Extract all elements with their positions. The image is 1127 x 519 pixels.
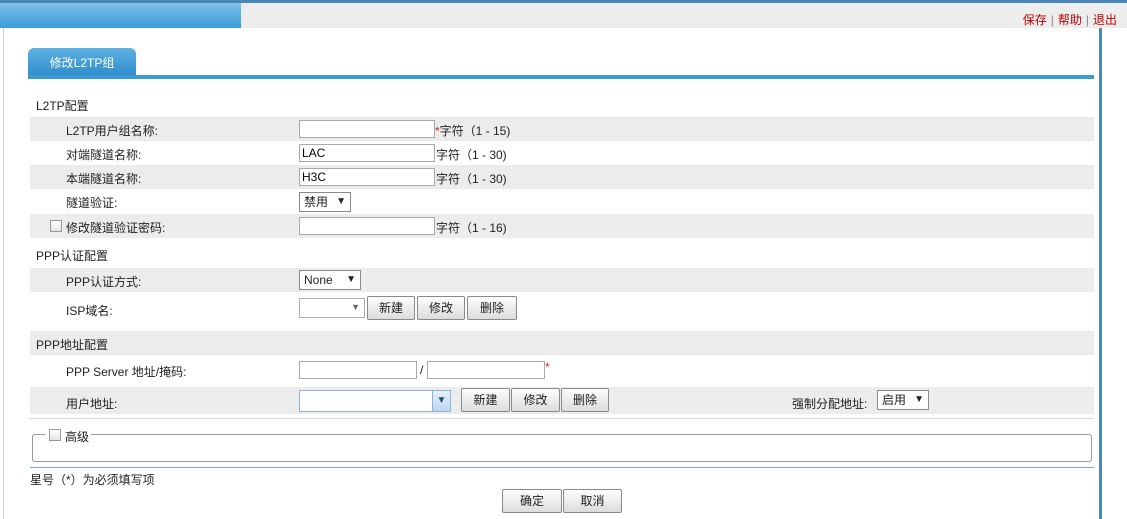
cancel-button[interactable]: 取消	[563, 489, 622, 513]
row-section-ppp-addr: PPP地址配置	[30, 331, 1094, 355]
advanced-checkbox[interactable]	[49, 429, 61, 441]
top-bar: 保存 | 帮助 | 退出	[0, 0, 1127, 28]
save-link[interactable]: 保存	[1023, 13, 1047, 27]
divider	[30, 418, 1094, 419]
top-links: 保存 | 帮助 | 退出	[1022, 13, 1117, 27]
user-addr-modify-button[interactable]: 修改	[511, 388, 560, 412]
tunnel-password-hint: 字符（1 - 16)	[436, 221, 507, 235]
help-link[interactable]: 帮助	[1058, 13, 1082, 27]
row-ppp-auth-mode: PPP认证方式: None ▼	[30, 268, 1094, 292]
isp-domain-select[interactable]: ▼	[299, 298, 365, 318]
user-addr-delete-button[interactable]: 删除	[561, 388, 609, 412]
isp-delete-button[interactable]: 删除	[467, 296, 517, 320]
peer-tunnel-input[interactable]	[299, 144, 435, 162]
row-ppp-server: PPP Server 地址/掩码: / *	[30, 358, 1094, 382]
footer-divider	[30, 467, 1094, 468]
logo-area	[0, 3, 241, 28]
tab-modify-l2tp-group[interactable]: 修改L2TP组	[28, 48, 136, 76]
ppp-server-address-input[interactable]	[299, 361, 417, 379]
section-title-ppp-auth: PPP认证配置	[36, 249, 109, 263]
row-isp-domain: ISP域名: ▼ 新建 修改 删除	[30, 294, 1094, 320]
row-group-name: L2TP用户组名称: *字符（1 - 15)	[30, 117, 1094, 141]
isp-domain-label: ISP域名:	[66, 304, 113, 318]
peer-tunnel-hint: 字符（1 - 30)	[436, 148, 507, 162]
ppp-server-mask-input[interactable]	[427, 361, 545, 379]
chevron-down-icon: ▼	[351, 302, 360, 312]
row-local-tunnel: 本端隧道名称: 字符（1 - 30)	[30, 165, 1094, 189]
ppp-auth-mode-select[interactable]: None ▼	[299, 270, 361, 290]
tunnel-password-input[interactable]	[299, 217, 435, 235]
ok-button[interactable]: 确定	[502, 489, 562, 513]
tunnel-auth-label: 隧道验证:	[66, 196, 118, 210]
ppp-server-label: PPP Server 地址/掩码:	[66, 365, 187, 379]
tab-underline	[28, 75, 1094, 79]
chevron-down-icon: ▼	[346, 274, 356, 285]
required-footnote: 星号（*）为必须填写项	[30, 473, 155, 487]
row-peer-tunnel: 对端隧道名称: 字符（1 - 30)	[30, 141, 1094, 165]
user-addr-new-button[interactable]: 新建	[461, 388, 510, 412]
chevron-down-icon: ▼	[336, 196, 346, 207]
section-title-l2tp: L2TP配置	[36, 99, 89, 113]
tunnel-password-label: 修改隧道验证密码:	[66, 221, 166, 235]
local-tunnel-hint: 字符（1 - 30)	[436, 172, 507, 186]
required-mark: *	[545, 360, 550, 374]
logout-link[interactable]: 退出	[1093, 13, 1117, 27]
chevron-down-icon: ▼	[914, 394, 924, 405]
isp-new-button[interactable]: 新建	[367, 296, 415, 320]
row-user-address: 用户地址: ▼ 新建 修改 删除 强制分配地址: 启用 ▼	[30, 387, 1094, 414]
advanced-legend: 高级	[45, 427, 91, 444]
force-assign-select[interactable]: 启用 ▼	[877, 390, 929, 410]
tunnel-password-checkbox[interactable]	[50, 220, 62, 232]
force-assign-label: 强制分配地址:	[792, 397, 868, 411]
peer-tunnel-label: 对端隧道名称:	[66, 148, 142, 162]
tab-bar: 修改L2TP组	[28, 48, 1094, 80]
user-address-select[interactable]: ▼	[299, 390, 451, 412]
tunnel-auth-select[interactable]: 禁用 ▼	[299, 192, 351, 212]
advanced-label: 高级	[65, 430, 90, 444]
row-tunnel-password: 修改隧道验证密码: 字符（1 - 16)	[30, 214, 1094, 238]
row-tunnel-auth: 隧道验证: 禁用 ▼	[30, 189, 1094, 213]
ppp-auth-mode-label: PPP认证方式:	[66, 275, 142, 289]
group-name-input[interactable]	[299, 120, 435, 138]
group-name-label: L2TP用户组名称:	[66, 124, 159, 138]
chevron-down-icon: ▼	[432, 391, 450, 411]
local-tunnel-input[interactable]	[299, 168, 435, 186]
user-address-label: 用户地址:	[66, 397, 118, 411]
slash-separator: /	[420, 363, 424, 377]
local-tunnel-label: 本端隧道名称:	[66, 172, 142, 186]
advanced-fieldset: 高级	[32, 427, 1092, 462]
section-title-ppp-addr: PPP地址配置	[36, 338, 109, 352]
isp-modify-button[interactable]: 修改	[417, 296, 465, 320]
group-name-hint: 字符（1 - 15)	[439, 124, 511, 138]
